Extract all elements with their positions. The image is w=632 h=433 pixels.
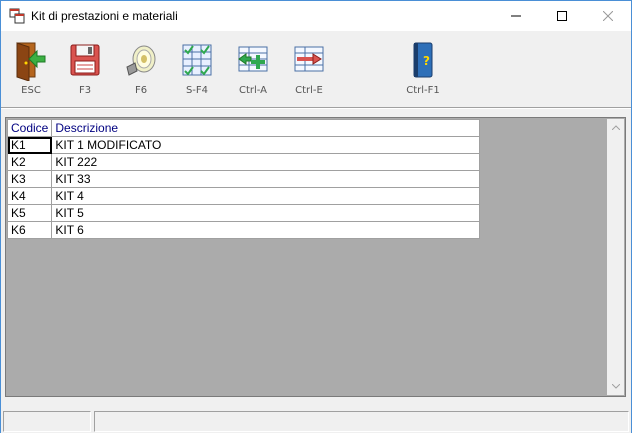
exit-button-label: ESC [21,85,41,96]
cell-code[interactable]: K2 [6,153,53,171]
window-title: Kit di prestazioni e materiali [31,9,178,23]
cell-description[interactable]: KIT 4 [51,187,481,205]
cell-code[interactable]: K5 [6,204,53,222]
grid-check-icon [182,44,212,76]
app-window-icon [9,8,25,24]
title-bar[interactable]: Kit di prestazioni e materiali [1,1,631,31]
maximize-icon [557,11,567,21]
table-row[interactable]: K2 KIT 222 [6,153,481,171]
cell-description[interactable]: KIT 5 [51,204,481,222]
toolbar: ESC F3 F6 S-F4 Ctrl-A Ctrl-E ? Ctrl-F1 [1,31,631,105]
grid-remove-icon [294,46,324,72]
cell-code[interactable]: K3 [6,170,53,188]
cell-description[interactable]: KIT 6 [51,221,481,239]
table-row[interactable]: K1 KIT 1 MODIFICATO [6,136,481,154]
table-row[interactable]: K5 KIT 5 [6,204,481,222]
chevron-down-icon [611,384,620,389]
add-row-button-label: Ctrl-A [238,85,268,96]
vertical-scrollbar[interactable] [607,119,624,395]
close-button[interactable] [585,1,631,31]
toolbar-separator [1,107,631,109]
status-cell-main [94,411,629,432]
remove-row-button-label: Ctrl-E [295,85,323,96]
help-button[interactable]: ? Ctrl-F1 [399,37,447,101]
grid-add-icon [238,46,268,72]
search-button-label: F6 [134,85,148,96]
cell-description[interactable]: KIT 33 [51,170,481,188]
grid-header-row: Codice Descrizione [6,119,481,137]
add-row-button[interactable]: Ctrl-A [229,37,277,101]
cell-description[interactable]: KIT 222 [51,153,481,171]
minimize-button[interactable] [493,1,539,31]
grid-check-button-label: S-F4 [185,85,209,96]
search-button[interactable]: F6 [117,37,165,101]
main-window: Kit di prestazioni e materiali ESC F3 F6… [0,0,632,433]
flashlight-search-icon [126,45,156,76]
floppy-save-icon [70,44,100,76]
kit-grid: Codice Descrizione K1 KIT 1 MODIFICATO K… [6,119,481,239]
status-cell-left [3,411,91,432]
maximize-button[interactable] [539,1,585,31]
save-button-label: F3 [78,85,92,96]
svg-text:?: ? [423,54,430,68]
remove-row-button[interactable]: Ctrl-E [285,37,333,101]
minimize-icon [511,15,521,17]
table-row[interactable]: K4 KIT 4 [6,187,481,205]
exit-door-icon [16,42,46,81]
cell-code[interactable]: K4 [6,187,53,205]
cell-code[interactable]: K6 [6,221,53,239]
scroll-down-button[interactable] [607,378,624,395]
save-button[interactable]: F3 [61,37,109,101]
scroll-up-button[interactable] [607,119,624,136]
cell-description[interactable]: KIT 1 MODIFICATO [51,136,481,154]
help-book-icon: ? [413,42,433,78]
status-bar [1,411,631,433]
close-icon [603,11,613,21]
chevron-up-icon [611,125,620,130]
help-button-label: Ctrl-F1 [406,85,440,96]
table-row[interactable]: K3 KIT 33 [6,170,481,188]
grid-check-button[interactable]: S-F4 [173,37,221,101]
kit-grid-panel: Codice Descrizione K1 KIT 1 MODIFICATO K… [5,117,626,397]
header-codice[interactable]: Codice [6,119,53,137]
header-descrizione[interactable]: Descrizione [51,119,481,137]
cell-code[interactable]: K1 [6,136,53,154]
table-row[interactable]: K6 KIT 6 [6,221,481,239]
exit-button[interactable]: ESC [7,37,55,101]
